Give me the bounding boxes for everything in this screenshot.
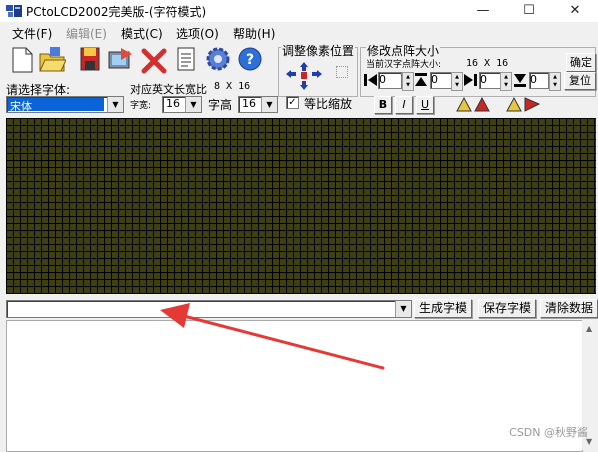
flip-horizontal-icon[interactable]	[456, 96, 492, 112]
confirm-button[interactable]: 确定	[566, 53, 596, 72]
width-select[interactable]: 16 ▼	[162, 96, 202, 113]
settings-gear-icon[interactable]	[204, 44, 232, 74]
left-spin-input[interactable]: 0	[378, 72, 402, 89]
bottom-expand-icon[interactable]	[513, 73, 527, 87]
width-value: 16	[166, 97, 180, 110]
clear-data-button[interactable]: 清除数据	[540, 299, 598, 318]
output-textarea[interactable]	[6, 320, 583, 452]
save-icon[interactable]	[76, 44, 104, 74]
open-folder-icon[interactable]	[38, 44, 66, 74]
minimize-button[interactable]: —	[460, 0, 506, 22]
right-expand-icon[interactable]	[463, 73, 477, 87]
left-expand-icon[interactable]	[364, 73, 378, 87]
title-bar: PCtoLCD2002完美版-(字符模式) — ☐ ✕	[0, 0, 598, 22]
right-spin-input[interactable]: 0	[479, 72, 501, 89]
scroll-up-icon[interactable]: ▲	[586, 324, 592, 333]
chevron-down-icon[interactable]: ▼	[185, 97, 201, 112]
maximize-button[interactable]: ☐	[506, 0, 552, 22]
height-select[interactable]: 16 ▼	[238, 96, 278, 113]
ratio-label: 对应英文长宽比	[130, 83, 207, 96]
flip-vertical-icon[interactable]	[506, 96, 542, 112]
ratio-value: 8 X 16	[214, 81, 251, 92]
menu-bar: 文件(F) 编辑(E) 模式(C) 选项(O) 帮助(H)	[0, 22, 598, 42]
bold-button[interactable]: B	[374, 96, 392, 114]
center-dot-icon[interactable]	[336, 66, 348, 78]
adjust-pixel-label: 调整像素位置	[281, 42, 356, 59]
italic-button[interactable]: I	[395, 96, 413, 114]
underline-button[interactable]: U	[416, 96, 434, 114]
help-icon[interactable]: ?	[236, 44, 264, 74]
current-size-label: 当前汉字点阵大小:	[366, 60, 442, 70]
chevron-down-icon[interactable]: ▼	[395, 301, 411, 317]
menu-mode[interactable]: 模式(C)	[121, 25, 163, 42]
top-spin-input[interactable]: 0	[430, 72, 452, 89]
top-expand-icon[interactable]	[414, 73, 428, 87]
bottom-spin-input[interactable]: 0	[529, 72, 549, 89]
right-spin-arrows[interactable]: ▲ ▼	[500, 72, 512, 91]
font-selected-value: 宋体	[8, 98, 104, 113]
pixel-grid-canvas[interactable]	[6, 118, 596, 294]
menu-file[interactable]: 文件(F)	[12, 25, 52, 42]
menu-options[interactable]: 选项(O)	[176, 25, 219, 42]
app-icon	[6, 5, 22, 17]
width-label: 字宽:	[130, 101, 152, 111]
top-spin-arrows[interactable]: ▲ ▼	[451, 72, 463, 91]
chevron-down-icon[interactable]: ▼	[107, 97, 123, 112]
menu-help[interactable]: 帮助(H)	[233, 25, 275, 42]
scale-checkbox[interactable]: ✓	[286, 96, 299, 109]
bottom-spin-arrows[interactable]: ▲ ▼	[549, 72, 561, 91]
text-input-combo[interactable]: ▼	[6, 300, 412, 318]
menu-edit[interactable]: 编辑(E)	[66, 25, 107, 42]
scale-label: 等比缩放	[304, 97, 353, 111]
pixel-shift-arrows-icon[interactable]	[284, 60, 332, 92]
font-select[interactable]: 宋体 ▼	[6, 96, 124, 113]
generate-button[interactable]: 生成字模	[414, 299, 472, 318]
current-size-value: 16 X 16	[466, 58, 509, 69]
height-label: 字高	[208, 98, 233, 112]
document-icon[interactable]	[172, 44, 200, 74]
delete-icon[interactable]	[140, 46, 168, 76]
svg-text:?: ?	[246, 52, 254, 68]
close-button[interactable]: ✕	[552, 0, 598, 22]
restore-button[interactable]: 复位	[564, 72, 596, 90]
new-file-icon[interactable]	[8, 44, 36, 74]
chevron-down-icon[interactable]: ▼	[261, 97, 277, 112]
export-icon[interactable]	[106, 44, 134, 74]
window-title: PCtoLCD2002完美版-(字符模式)	[26, 5, 207, 19]
height-value: 16	[242, 97, 256, 110]
watermark-text: CSDN @秋野酱	[509, 426, 588, 439]
left-spin-arrows[interactable]: ▲ ▼	[402, 72, 414, 91]
save-font-button[interactable]: 保存字模	[478, 299, 536, 318]
